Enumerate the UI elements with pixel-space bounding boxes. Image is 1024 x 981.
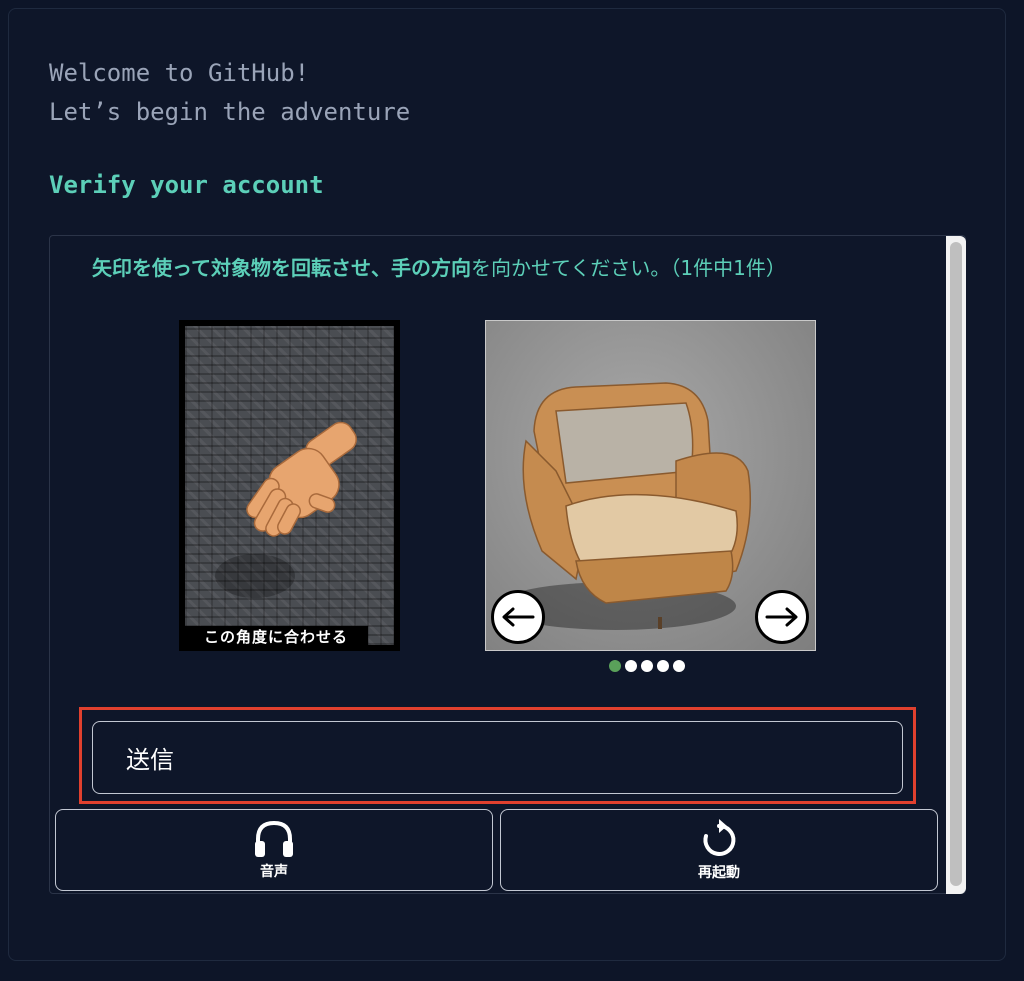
welcome-text: Welcome to GitHub! Let’s begin the adven… — [49, 54, 410, 132]
audio-label: 音声 — [260, 864, 288, 880]
headphones-icon — [255, 820, 293, 857]
verify-title: Verify your account — [49, 171, 324, 199]
restart-button[interactable]: 再起動 — [500, 809, 938, 891]
arrow-left-icon — [502, 607, 535, 627]
carousel-dot-2[interactable] — [625, 660, 637, 672]
audio-button[interactable]: 音声 — [55, 809, 493, 891]
restart-icon — [703, 819, 736, 856]
restart-label: 再起動 — [698, 865, 740, 881]
captcha-instruction: 矢印を使って対象物を回転させ、手の方向を向かせてください。（1件中1件） — [92, 253, 912, 284]
scrollbar-thumb[interactable] — [950, 242, 962, 886]
carousel-dot-4[interactable] — [657, 660, 669, 672]
instruction-rest: を向かせてください。（1件中1件） — [471, 256, 786, 280]
reference-image-texture — [185, 326, 394, 645]
rotate-right-button[interactable] — [755, 590, 809, 644]
arrow-right-icon — [765, 607, 798, 627]
welcome-line-1: Welcome to GitHub! — [49, 59, 310, 87]
submit-button[interactable]: 送信 — [92, 721, 903, 794]
rotatable-object-image — [485, 320, 816, 651]
carousel-dot-3[interactable] — [641, 660, 653, 672]
instruction-emphasis: 矢印を使って対象物を回転させ、手の方向 — [92, 256, 471, 280]
welcome-line-2: Let’s begin the adventure — [49, 98, 411, 126]
rotate-left-button[interactable] — [491, 590, 545, 644]
reference-caption: この角度に合わせる — [184, 626, 368, 648]
carousel-dot-5[interactable] — [673, 660, 685, 672]
reference-image — [179, 320, 400, 651]
hand-figure-image — [215, 421, 357, 598]
carousel-dots — [609, 660, 685, 672]
carousel-dot-1[interactable] — [609, 660, 621, 672]
captcha-scrollbar[interactable] — [946, 236, 966, 894]
